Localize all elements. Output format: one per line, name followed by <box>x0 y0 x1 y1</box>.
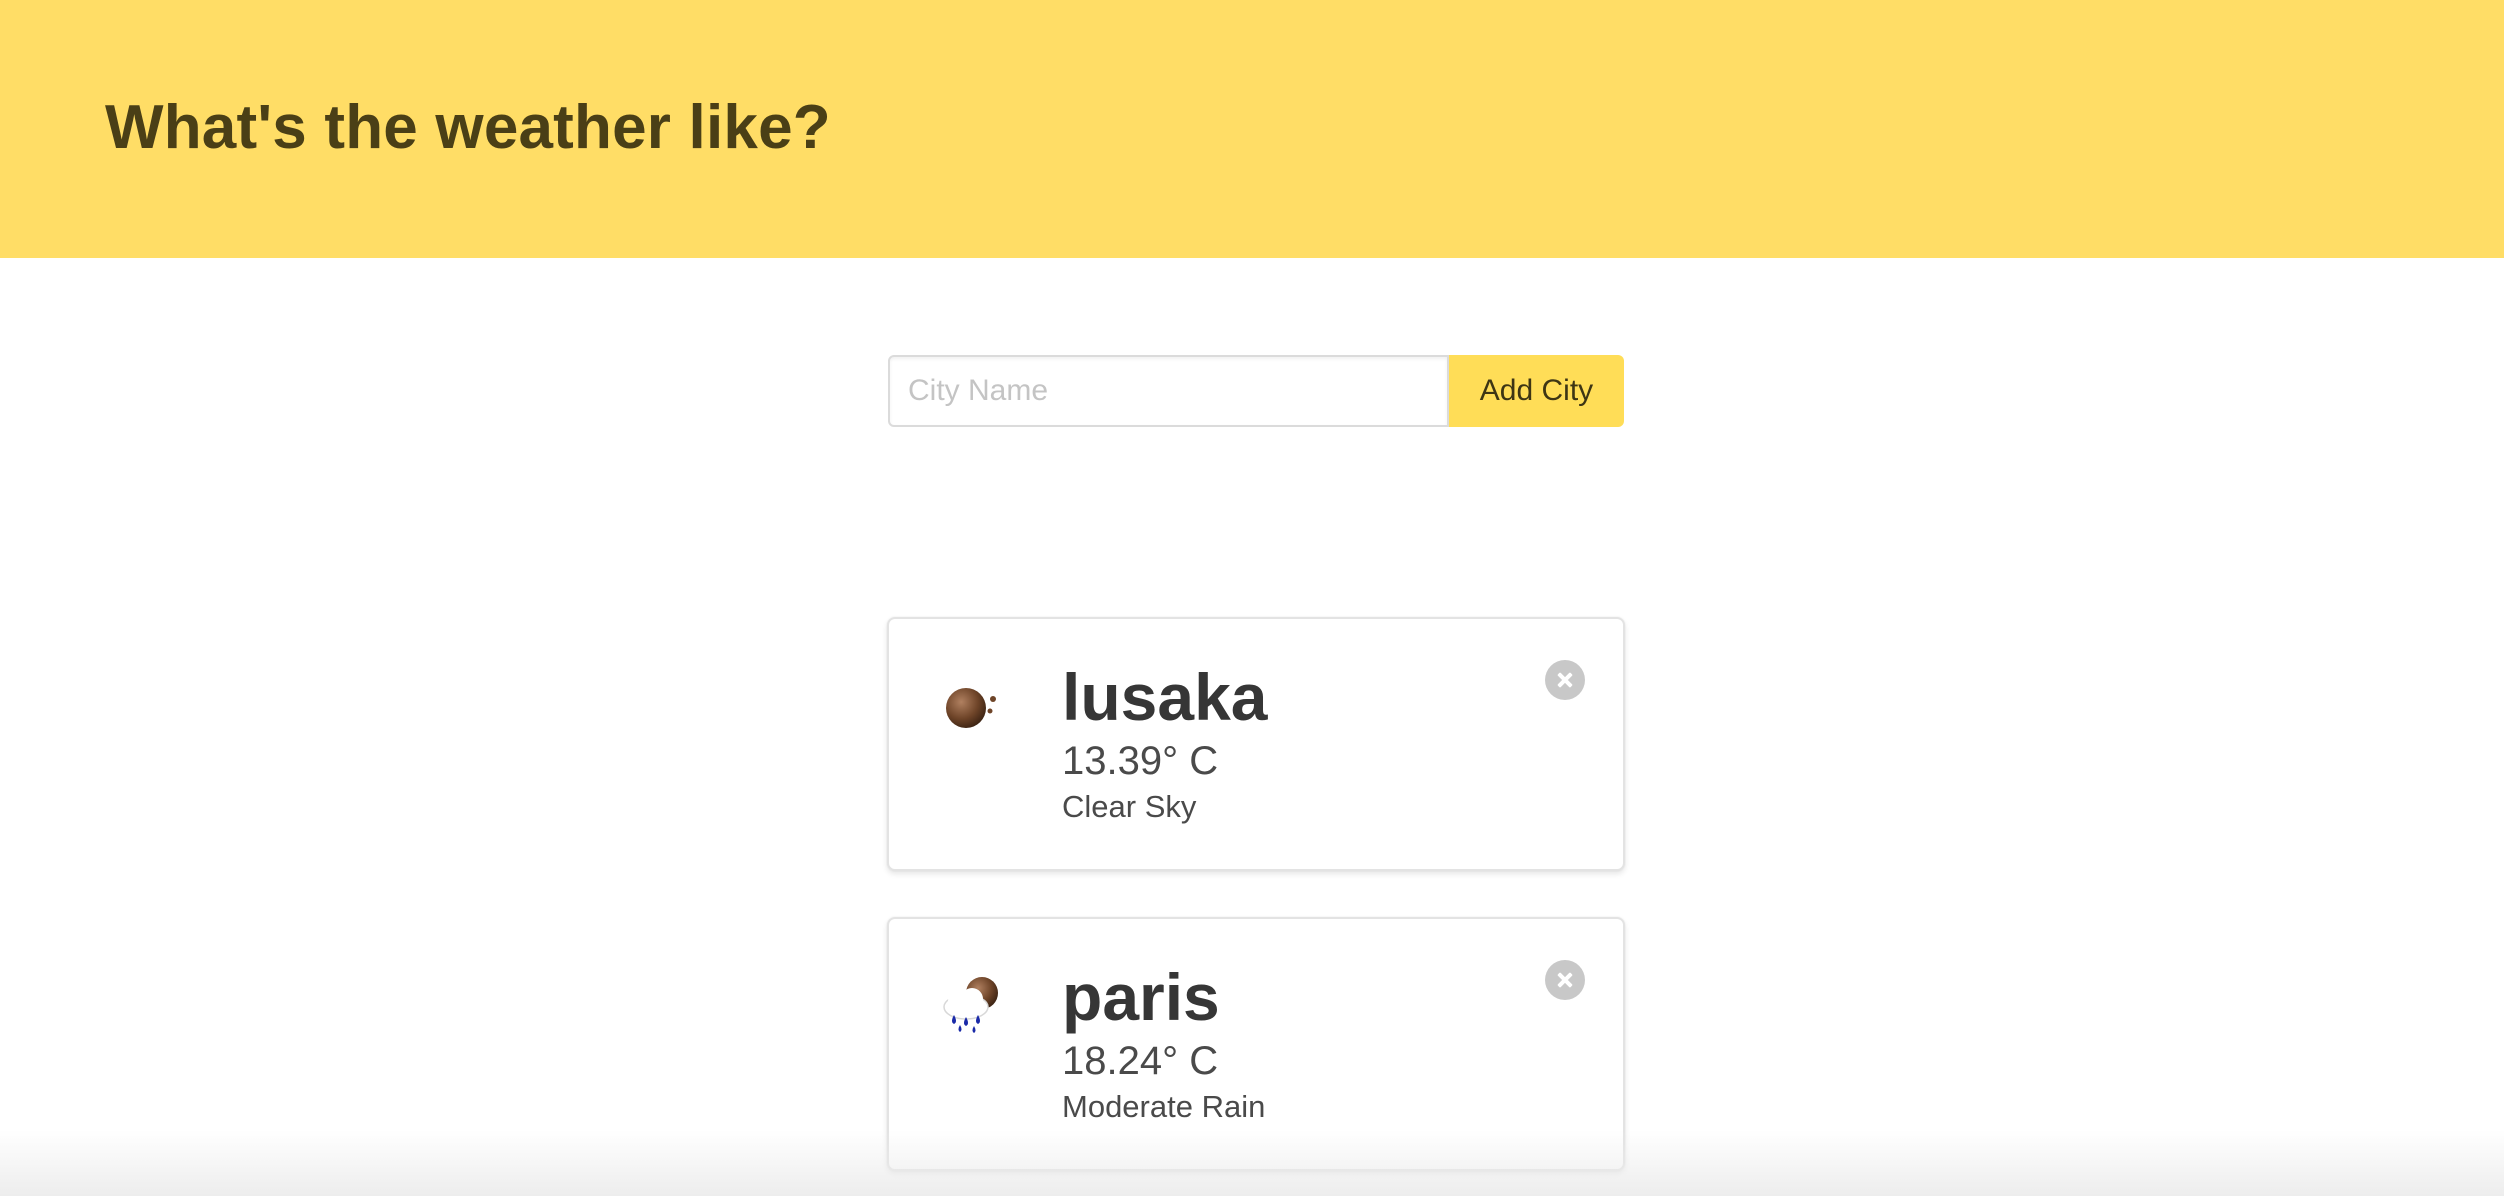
temperature: 18.24° C <box>1062 1039 1219 1083</box>
weather-card: paris 18.24° C Moderate Rain <box>887 917 1625 1171</box>
clear-night-icon <box>946 688 996 728</box>
temperature: 13.39° C <box>1062 739 1219 783</box>
rain-night-icon <box>943 977 998 1033</box>
page-header: What's the weather like? <box>0 0 2504 258</box>
add-city-button[interactable]: Add City <box>1449 355 1624 427</box>
weather-card: lusaka 13.39° C Clear Sky <box>887 617 1625 871</box>
city-name: paris <box>1062 960 1220 1034</box>
weather-description: Clear Sky <box>1062 789 1197 824</box>
delete-city-button[interactable] <box>1545 660 1585 700</box>
city-name-input[interactable] <box>888 355 1449 427</box>
city-name: lusaka <box>1062 660 1268 734</box>
page-title: What's the weather like? <box>105 93 831 162</box>
add-city-form: Add City <box>888 355 1624 427</box>
weather-description: Moderate Rain <box>1062 1089 1266 1124</box>
delete-city-button[interactable] <box>1545 960 1585 1000</box>
